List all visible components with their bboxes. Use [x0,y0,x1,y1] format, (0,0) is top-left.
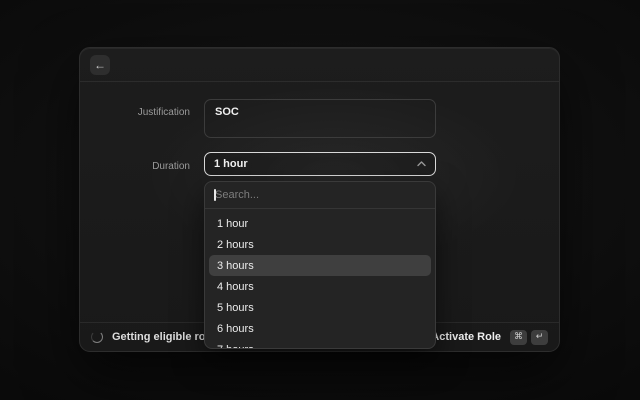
duration-dropdown-popover: 1 hour 2 hours 3 hours 4 hours 5 hours 6… [204,181,436,349]
duration-select[interactable]: 1 hour [204,152,436,176]
command-key-icon: ⌘ [510,330,527,345]
justification-field[interactable]: SOC [204,99,436,138]
dropdown-option[interactable]: 4 hours [209,276,431,297]
window-header: ← [80,48,559,82]
dropdown-option[interactable]: 6 hours [209,318,431,339]
duration-label: Duration [80,161,190,172]
dropdown-option[interactable]: 3 hours [209,255,431,276]
activate-role-label: Activate Role [431,331,501,343]
dialog-window: ← Justification SOC Duration 1 hour 1 ho… [79,47,560,352]
dropdown-option[interactable]: 7 hours [209,339,431,349]
dropdown-option[interactable]: 2 hours [209,234,431,255]
justification-label: Justification [80,107,190,118]
text-cursor [214,189,216,201]
dropdown-search [205,182,435,209]
back-arrow-icon: ← [94,59,106,71]
dropdown-option[interactable]: 1 hour [209,213,431,234]
dropdown-search-input[interactable] [205,182,435,208]
chevron-up-icon [417,161,426,167]
return-key-icon: ↵ [531,330,548,345]
dropdown-options-list: 1 hour 2 hours 3 hours 4 hours 5 hours 6… [205,209,435,349]
activate-role-action[interactable]: Activate Role ⌘ ↵ [431,330,548,345]
duration-selected-value: 1 hour [214,158,248,170]
loading-spinner-icon [91,331,103,343]
desktop-background: ← Justification SOC Duration 1 hour 1 ho… [0,0,640,400]
dropdown-option[interactable]: 5 hours [209,297,431,318]
back-button[interactable]: ← [90,55,110,75]
